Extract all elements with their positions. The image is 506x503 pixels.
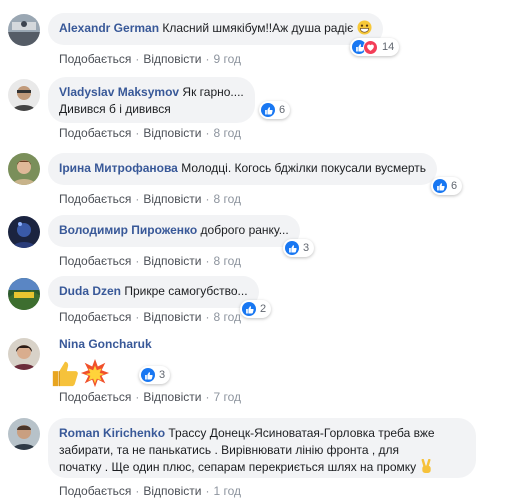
comment-bubble: Duda Dzen Прикре самогубство... (48, 276, 259, 308)
reaction-count: 6 (279, 104, 286, 116)
reaction-count: 3 (159, 369, 166, 381)
collision-emoji (80, 358, 110, 391)
reaction-summary[interactable]: 3 (139, 366, 171, 384)
grin-face-emoji (357, 20, 372, 40)
timestamp[interactable]: 7 год (213, 390, 241, 404)
like-link[interactable]: Подобається (59, 484, 131, 498)
victory-hand-emoji (420, 458, 433, 479)
comment-actions: Подобається · Відповісти · 1 год (59, 484, 241, 498)
comment-text: доброго ранку... (200, 223, 289, 237)
comment-text: Дивився б і дивився (59, 102, 171, 116)
comment-bubble: Володимир Пироженко доброго ранку... (48, 215, 300, 247)
comment-text: Прикре самогубство... (124, 284, 248, 298)
like-link[interactable]: Подобається (59, 254, 131, 268)
comment-bubble: Vladyslav Maksymov Як гарно.... Дивився … (48, 77, 255, 123)
comment-actions: Подобається · Відповісти · 8 год (59, 126, 241, 140)
avatar[interactable] (8, 14, 40, 46)
reaction-count: 3 (303, 242, 310, 254)
separator: · (135, 192, 140, 206)
separator: · (205, 254, 210, 268)
timestamp[interactable]: 8 год (213, 254, 241, 268)
reaction-count: 2 (260, 303, 267, 315)
like-link[interactable]: Подобається (59, 126, 131, 140)
reply-link[interactable]: Відповісти (143, 52, 201, 66)
like-icon (242, 302, 256, 316)
comment-author[interactable]: Duda Dzen (59, 284, 121, 298)
timestamp[interactable]: 8 год (213, 192, 241, 206)
comment-actions: Подобається · Відповісти · 7 год (59, 390, 241, 404)
reaction-count: 6 (451, 180, 458, 192)
reply-link[interactable]: Відповісти (143, 192, 201, 206)
thumbs-up-emoji (50, 358, 80, 391)
comment-text: початку . Ще один плюс, сепарам перекриє… (59, 460, 417, 474)
reaction-summary[interactable]: 14 (350, 38, 400, 56)
separator: · (205, 484, 210, 498)
reaction-summary[interactable]: 6 (431, 177, 463, 195)
comment-bubble: Ірина Митрофанова Молодці. Когось бджілк… (48, 153, 438, 185)
comment-text: Класний шмякібум!!Аж душа радіє (162, 21, 354, 35)
comment-author[interactable]: Nina Goncharuk (59, 337, 152, 351)
comment-author-block: Nina Goncharuk (59, 336, 152, 353)
timestamp[interactable]: 9 год (213, 52, 241, 66)
comment-author[interactable]: Володимир Пироженко (59, 223, 197, 237)
timestamp[interactable]: 8 год (213, 310, 241, 324)
timestamp[interactable]: 8 год (213, 126, 241, 140)
comment-bubble: Alexandr German Класний шмякібум!!Аж душ… (48, 13, 383, 45)
separator: · (205, 52, 210, 66)
separator: · (135, 126, 140, 140)
separator: · (205, 126, 210, 140)
reply-link[interactable]: Відповісти (143, 390, 201, 404)
avatar[interactable] (8, 278, 40, 310)
comment-author[interactable]: Alexandr German (59, 21, 159, 35)
reply-link[interactable]: Відповісти (143, 484, 201, 498)
like-link[interactable]: Подобається (59, 192, 131, 206)
separator: · (205, 192, 210, 206)
comment-actions: Подобається · Відповісти · 8 год (59, 310, 241, 324)
like-icon (261, 103, 275, 117)
separator: · (135, 310, 140, 324)
like-icon (433, 179, 447, 193)
comment-actions: Подобається · Відповісти · 9 год (59, 52, 241, 66)
reply-link[interactable]: Відповісти (143, 254, 201, 268)
comment-text: забирати, та не панькатись . Вирівнювати… (59, 443, 400, 457)
comment-author[interactable]: Ірина Митрофанова (59, 161, 178, 175)
avatar[interactable] (8, 216, 40, 248)
avatar[interactable] (8, 79, 40, 111)
like-link[interactable]: Подобається (59, 52, 131, 66)
reaction-summary[interactable]: 3 (283, 239, 315, 257)
comment-text: Як гарно.... (182, 85, 244, 99)
timestamp[interactable]: 1 год (213, 484, 241, 498)
separator: · (135, 254, 140, 268)
like-link[interactable]: Подобається (59, 390, 131, 404)
reply-link[interactable]: Відповісти (143, 126, 201, 140)
reaction-summary[interactable]: 6 (259, 101, 291, 119)
avatar[interactable] (8, 338, 40, 370)
separator: · (205, 310, 210, 324)
avatar[interactable] (8, 418, 40, 450)
like-link[interactable]: Подобається (59, 310, 131, 324)
reply-link[interactable]: Відповісти (143, 310, 201, 324)
comment-actions: Подобається · Відповісти · 8 год (59, 254, 241, 268)
comment-bubble: Roman Kirichenko Трассу Донецк-Ясиновата… (48, 418, 476, 478)
separator: · (135, 484, 140, 498)
separator: · (135, 390, 140, 404)
comment-text: Трассу Донецк-Ясиноватая-Горловка треба … (168, 426, 435, 440)
like-icon (141, 368, 155, 382)
like-icon (285, 241, 299, 255)
separator: · (205, 390, 210, 404)
reaction-summary[interactable]: 2 (240, 300, 272, 318)
love-icon (363, 39, 378, 55)
comment-author[interactable]: Vladyslav Maksymov (59, 85, 179, 99)
avatar[interactable] (8, 153, 40, 185)
reaction-count: 14 (382, 41, 395, 53)
comment-author[interactable]: Roman Kirichenko (59, 426, 165, 440)
separator: · (135, 52, 140, 66)
comment-actions: Подобається · Відповісти · 8 год (59, 192, 241, 206)
comment-text: Молодці. Когось бджілки покусали вусмерт… (181, 161, 427, 175)
